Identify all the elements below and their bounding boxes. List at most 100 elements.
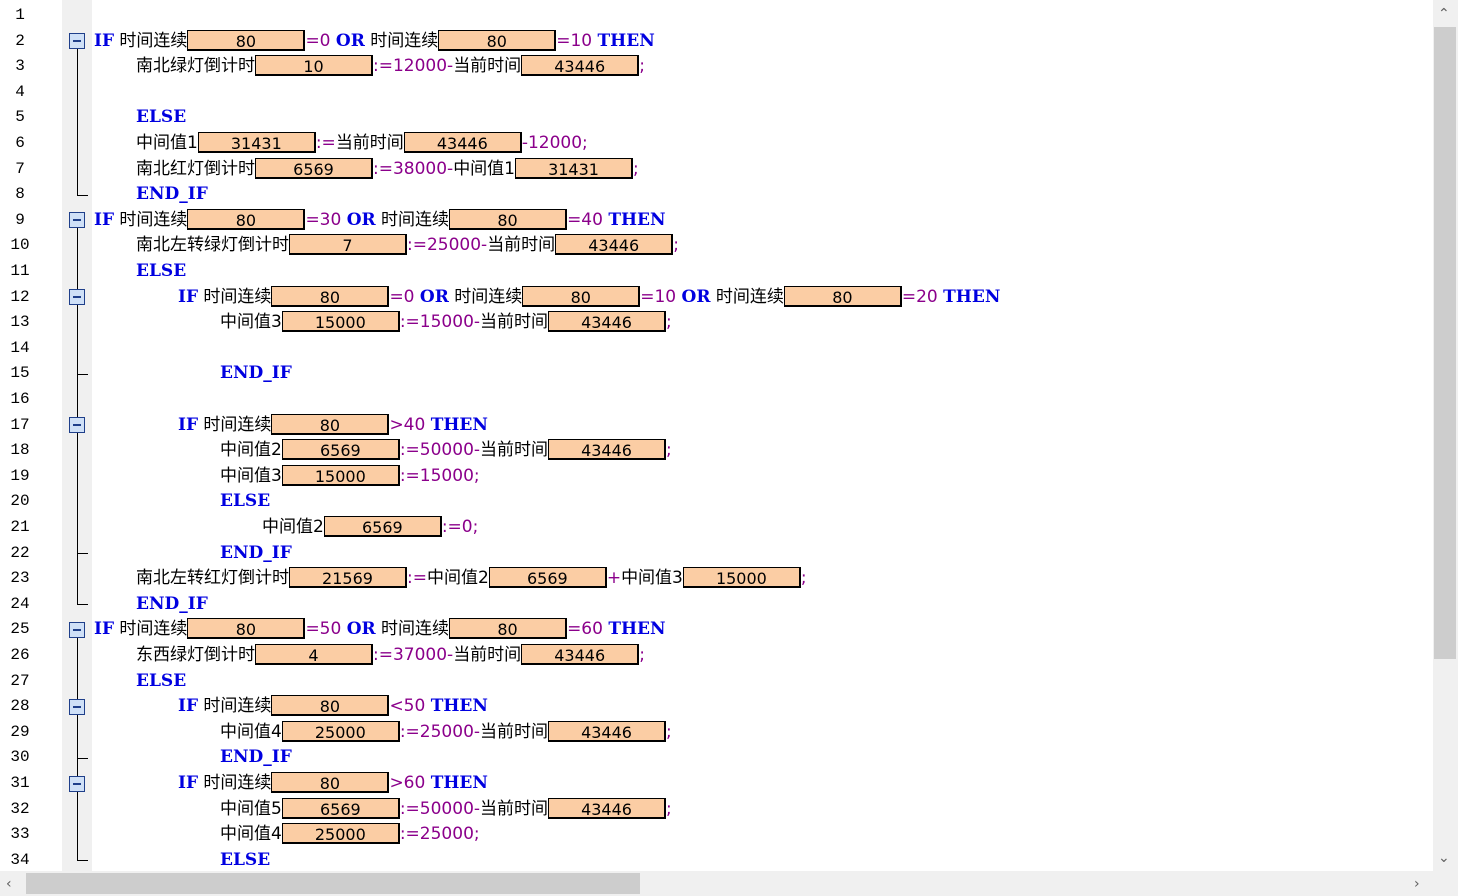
chevron-left-icon[interactable]: ‹: [6, 876, 12, 892]
keyword: THEN: [430, 414, 488, 435]
keyword: THEN: [608, 619, 666, 640]
online-value-box[interactable]: 80: [271, 772, 390, 793]
operator-text: :=15000-: [399, 312, 481, 333]
keyword: END_IF: [220, 363, 292, 384]
collapse-icon[interactable]: [69, 289, 85, 306]
online-value-box[interactable]: 43446: [403, 132, 522, 153]
operator-text: :=25000-: [407, 235, 488, 256]
chevron-up-icon[interactable]: ⌃: [1438, 6, 1450, 22]
online-value-box[interactable]: 43446: [555, 234, 674, 256]
code-line: IF 时间连续 80 =0 OR 时间连续 80 =10 THEN: [94, 29, 655, 54]
online-value-box[interactable]: 80: [522, 285, 641, 307]
chevron-down-icon[interactable]: ⌄: [1438, 850, 1450, 866]
code-area[interactable]: IF 时间连续 80 =0 OR 时间连续 80 =10 THEN 南北绿灯倒计时 10:=…: [92, 0, 1433, 871]
keyword: END_IF: [136, 184, 208, 205]
code-line: ELSE: [220, 848, 270, 871]
collapse-icon[interactable]: [69, 621, 85, 638]
online-value-box[interactable]: 15000: [281, 311, 400, 333]
online-value-box[interactable]: 43446: [548, 311, 667, 333]
operator-text: :=38000-: [373, 158, 454, 179]
line-number: 4: [15, 82, 25, 101]
online-value-box[interactable]: 80: [783, 285, 902, 307]
online-value-box[interactable]: 43446: [548, 439, 667, 461]
online-value-box[interactable]: 6569: [281, 797, 400, 819]
code-line: IF 时间连续 80 =50 OR 时间连续 80 =60 THEN: [94, 617, 666, 642]
chevron-right-icon[interactable]: ›: [1414, 876, 1420, 892]
code-line: 南北左转红灯倒计时 21569:=中间值2 6569 +中间值3 15000;: [136, 566, 807, 591]
collapse-icon[interactable]: [69, 212, 85, 229]
variable-name: 当前时间: [453, 645, 522, 665]
online-value-box[interactable]: 25000: [281, 720, 400, 742]
online-value-box[interactable]: 43446: [548, 797, 667, 819]
online-value-box[interactable]: 43446: [521, 55, 640, 77]
operator-text: :=25000;: [399, 824, 480, 845]
operator-text: :=50000-: [399, 440, 481, 461]
code-line: END_IF: [136, 592, 208, 617]
collapse-icon[interactable]: [69, 33, 85, 50]
code-line: IF 时间连续 80 =0 OR 时间连续 80 =10 OR 时间连续 80 =20 TH…: [178, 285, 1000, 310]
online-value-box[interactable]: 6569: [488, 567, 607, 589]
online-value-box[interactable]: 25000: [281, 823, 400, 845]
operator-text: ;: [633, 158, 639, 179]
online-value-box[interactable]: 80: [271, 413, 390, 435]
variable-name: 中间值2: [220, 440, 282, 461]
online-value-box[interactable]: 80: [271, 695, 390, 717]
variable-name: 南北红灯倒计时: [136, 158, 255, 179]
code-line: IF 时间连续 80 >60 THEN: [178, 771, 488, 796]
line-number: 13: [10, 313, 30, 332]
keyword: ELSE: [220, 849, 271, 870]
line-number: 31: [10, 774, 30, 792]
collapse-icon[interactable]: [69, 775, 85, 792]
code-line: IF 时间连续 80 >40 THEN: [178, 413, 488, 438]
online-value-box[interactable]: 15000: [682, 567, 801, 589]
line-number: 30: [10, 748, 30, 767]
online-value-box[interactable]: 31431: [515, 157, 634, 179]
line-number: 17: [10, 415, 30, 434]
online-value-box[interactable]: 80: [187, 618, 306, 640]
online-value-box[interactable]: 7: [289, 234, 407, 256]
keyword: IF: [178, 773, 199, 793]
online-value-box[interactable]: 80: [449, 208, 568, 230]
operator-text: =30: [305, 209, 347, 230]
online-value-box[interactable]: 10: [255, 55, 373, 77]
code-line: ELSE: [220, 489, 270, 514]
line-number: 16: [10, 390, 30, 408]
online-value-box[interactable]: 80: [438, 29, 557, 51]
line-number: 14: [10, 338, 30, 357]
online-value-box[interactable]: 80: [187, 29, 306, 51]
operator-text: =50: [305, 619, 347, 640]
vertical-scrollbar-thumb[interactable]: [1434, 27, 1456, 659]
online-value-box[interactable]: 6569: [281, 439, 400, 461]
online-value-box[interactable]: 80: [449, 618, 568, 640]
keyword: OR: [346, 209, 376, 230]
st-code-editor[interactable]: 1 2 3 4 5 6 7 8 9 10 11 12 13 14 15 16 17 18 19 20 21 22 23 24 2…: [0, 0, 1433, 871]
horizontal-scrollbar-thumb[interactable]: [26, 873, 640, 894]
variable-name: 南北左转绿灯倒计时: [136, 235, 289, 256]
operator-text: :=: [315, 133, 336, 153]
online-value-box[interactable]: 15000: [281, 464, 400, 486]
keyword: OR: [335, 30, 365, 51]
online-value-box[interactable]: 43446: [521, 644, 640, 665]
online-value-box[interactable]: 80: [271, 285, 390, 307]
variable-name: 中间值2: [426, 568, 489, 589]
online-value-box[interactable]: 6569: [255, 157, 373, 179]
variable-name: 时间连续: [198, 414, 272, 435]
online-value-box[interactable]: 80: [187, 208, 306, 230]
online-value-box[interactable]: 31431: [197, 132, 316, 153]
collapse-icon[interactable]: [69, 698, 85, 715]
operator-text: :=50000-: [399, 798, 481, 819]
variable-name: 时间连续: [114, 30, 188, 51]
fold-guide-line: [77, 41, 78, 195]
online-value-box[interactable]: 43446: [548, 720, 667, 742]
variable-name: 中间值3: [621, 568, 683, 589]
collapse-icon[interactable]: [69, 417, 85, 434]
online-value-box[interactable]: 4: [255, 644, 373, 665]
online-value-box[interactable]: 21569: [289, 567, 407, 589]
line-number: 27: [10, 671, 30, 690]
operator-text: >40: [389, 414, 431, 435]
code-line: ELSE: [136, 669, 186, 694]
online-value-box[interactable]: 6569: [323, 516, 442, 537]
keyword: IF: [178, 286, 199, 307]
keyword: THEN: [430, 773, 488, 793]
operator-text: :=12000-: [373, 56, 454, 77]
